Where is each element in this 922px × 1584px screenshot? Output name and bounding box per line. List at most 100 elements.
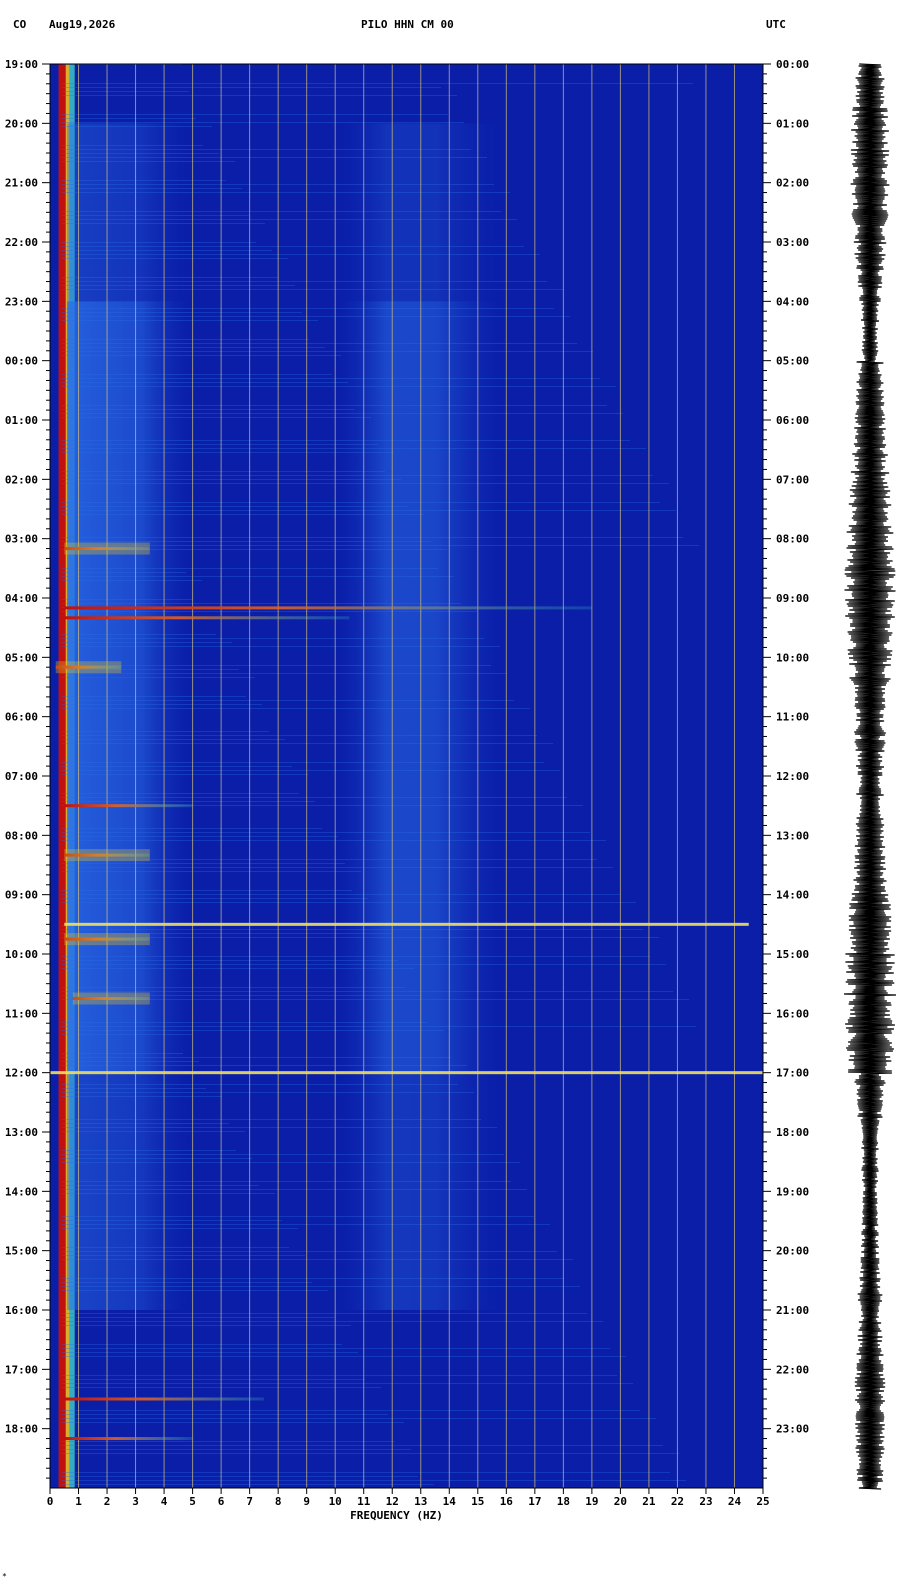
noise-streak [62,1162,520,1163]
noise-streak [62,246,524,247]
noise-streak [62,312,302,313]
x-tick-label: 5 [189,1495,196,1508]
noise-streak [62,545,699,546]
noise-streak [62,611,477,612]
right-time-label: 18:00 [776,1126,809,1139]
left-time-label: 04:00 [5,592,38,605]
noise-streak [62,894,620,895]
left-time-label: 19:00 [5,58,38,71]
right-time-label: 02:00 [776,177,809,190]
noise-streak [62,1472,670,1473]
noise-streak [62,347,325,348]
noise-streak [62,211,501,212]
noise-streak [62,289,563,290]
x-tick-label: 12 [386,1495,399,1508]
x-tick-label: 23 [699,1495,712,1508]
left-time-label: 23:00 [5,295,38,308]
noise-streak [62,832,590,833]
left-time-label: 22:00 [5,236,38,249]
x-tick-label: 18 [557,1495,570,1508]
x-tick-label: 21 [642,1495,656,1508]
noise-streak [62,483,669,484]
x-tick-label: 11 [357,1495,371,1508]
energy-band-early-1 [67,123,193,302]
event-blob-3 [55,661,122,674]
noise-streak [62,471,385,472]
noise-streak [62,665,491,666]
noise-streak [62,355,341,356]
right-time-label: 19:00 [776,1185,809,1198]
noise-streak [62,1476,418,1477]
noise-streak [62,1383,633,1384]
noise-streak [62,452,394,453]
noise-streak [62,801,315,802]
left-time-label: 16:00 [5,1304,38,1317]
noise-streak [62,1084,458,1085]
noise-streak [62,223,265,224]
x-tick-label: 19 [585,1495,598,1508]
right-time-label: 09:00 [776,592,809,605]
noise-streak [62,1053,183,1054]
noise-streak [62,902,636,903]
noise-streak [62,576,454,577]
x-tick-label: 0 [47,1495,54,1508]
noise-streak [62,766,292,767]
x-tick-label: 1 [75,1495,82,1508]
noise-streak [62,541,431,542]
noise-streak [62,1220,282,1221]
noise-streak [62,1375,617,1376]
noise-streak [62,145,203,146]
right-time-label: 14:00 [776,889,809,902]
noise-streak [62,1317,335,1318]
x-tick-label: 24 [728,1495,742,1508]
noise-streak [62,219,517,220]
noise-streak [62,929,643,930]
noise-streak [62,797,567,798]
noise-streak [62,258,288,259]
noise-streak [62,188,242,189]
noise-streak [62,192,510,193]
noise-streak [62,83,693,84]
noise-streak [62,378,600,379]
noise-streak [62,991,673,992]
right-time-label: 00:00 [776,58,809,71]
noise-streak [62,1030,444,1031]
corner-mark: * [2,1572,7,1581]
noise-streak [62,339,309,340]
noise-streak [62,382,348,383]
noise-streak [62,161,235,162]
noise-streak [62,479,401,480]
noise-streak [62,1290,328,1291]
right-time-label: 10:00 [776,651,809,664]
x-tick-label: 9 [303,1495,310,1508]
noise-streak [62,409,355,410]
noise-streak [62,1414,388,1415]
noise-streak [62,1061,199,1062]
right-time-label: 03:00 [776,236,809,249]
noise-streak [62,836,338,837]
noise-streak [62,770,560,771]
noise-streak [62,1158,252,1159]
noise-streak [62,1422,404,1423]
left-time-label: 17:00 [5,1363,38,1376]
noise-streak [62,1189,527,1190]
noise-streak [62,1445,663,1446]
x-tick-label: 2 [104,1495,111,1508]
event-streak-10 [64,1397,264,1401]
noise-streak [62,1278,564,1279]
x-axis-label: FREQUENCY (HZ) [350,1509,443,1522]
noise-streak [62,1356,626,1357]
event-blob-8 [72,992,150,1005]
left-time-label: 11:00 [5,1007,38,1020]
noise-streak [62,677,255,678]
noise-streak [62,1088,206,1089]
noise-streak [62,537,683,538]
noise-streak [62,320,318,321]
x-tick-label: 22 [671,1495,684,1508]
right-time-label: 07:00 [776,473,809,486]
noise-streak [62,603,461,604]
noise-streak [62,1123,229,1124]
noise-streak [62,1216,534,1217]
x-tick-label: 15 [471,1495,484,1508]
noise-streak [62,696,246,697]
